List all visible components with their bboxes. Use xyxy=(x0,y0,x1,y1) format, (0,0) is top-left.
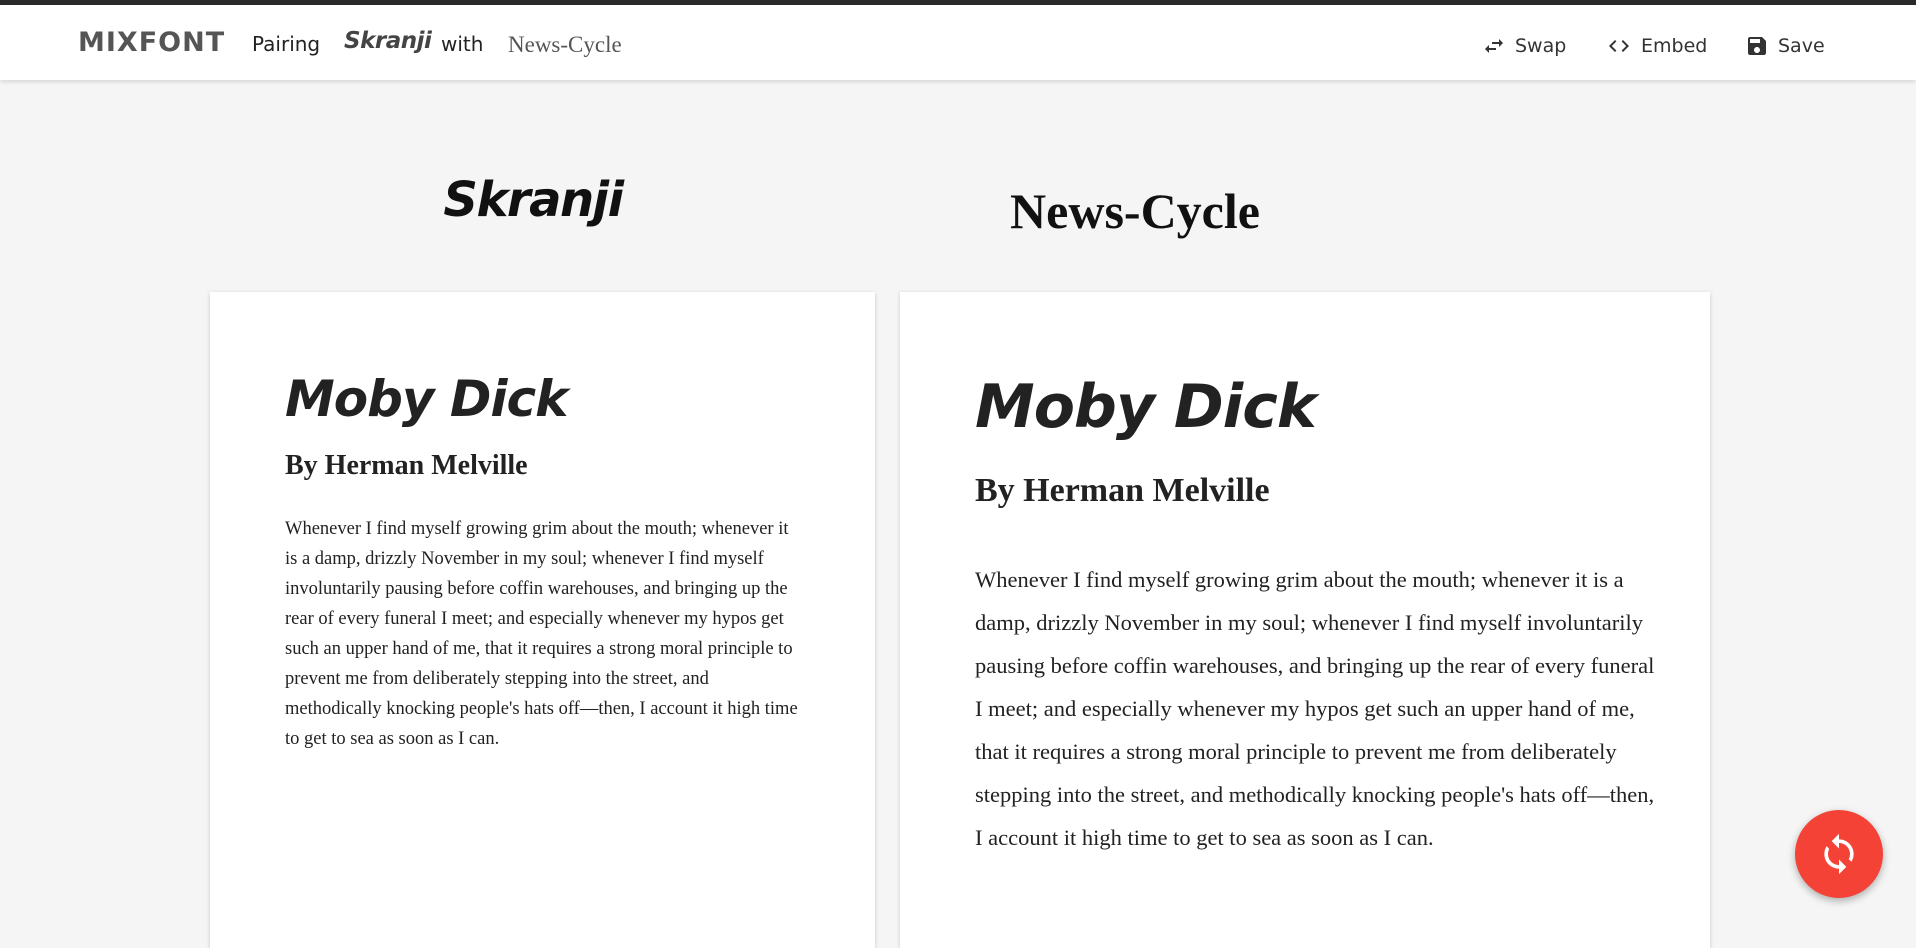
swap-label: Swap xyxy=(1515,35,1567,57)
swap-button[interactable]: Swap xyxy=(1482,31,1566,61)
refresh-fab-button[interactable] xyxy=(1795,810,1883,898)
save-label: Save xyxy=(1778,35,1825,57)
save-button[interactable]: Save xyxy=(1745,31,1825,61)
preview-author: By Herman Melville xyxy=(975,472,1270,509)
left-font-heading: Skranji xyxy=(443,172,624,228)
right-font-heading: News-Cycle xyxy=(1010,183,1260,239)
refresh-icon xyxy=(1824,833,1854,875)
embed-button[interactable]: Embed xyxy=(1606,31,1707,61)
preview-card-left: Moby Dick By Herman Melville Whenever I … xyxy=(210,292,875,948)
embed-label: Embed xyxy=(1641,35,1708,57)
mixfont-logo[interactable]: MIXFONT xyxy=(78,27,225,58)
swap-icon xyxy=(1485,39,1503,53)
font-a-selector[interactable]: Skranji xyxy=(344,28,432,54)
preview-body: Whenever I find myself growing grim abou… xyxy=(285,519,798,749)
preview-card-right: Moby Dick By Herman Melville Whenever I … xyxy=(900,292,1710,948)
preview-author: By Herman Melville xyxy=(285,450,528,481)
pairing-label: Pairing xyxy=(252,32,321,56)
preview-body: Whenever I find myself growing grim abou… xyxy=(975,567,1655,850)
floppy-disk-icon xyxy=(1748,37,1766,55)
preview-title: Moby Dick xyxy=(285,370,568,428)
font-b-selector[interactable]: News-Cycle xyxy=(508,32,622,58)
preview-title: Moby Dick xyxy=(975,372,1317,442)
top-navbar: MIXFONT Pairing Skranji with News-Cycle … xyxy=(0,5,1916,80)
with-label: with xyxy=(441,32,484,56)
code-icon xyxy=(1609,40,1629,52)
